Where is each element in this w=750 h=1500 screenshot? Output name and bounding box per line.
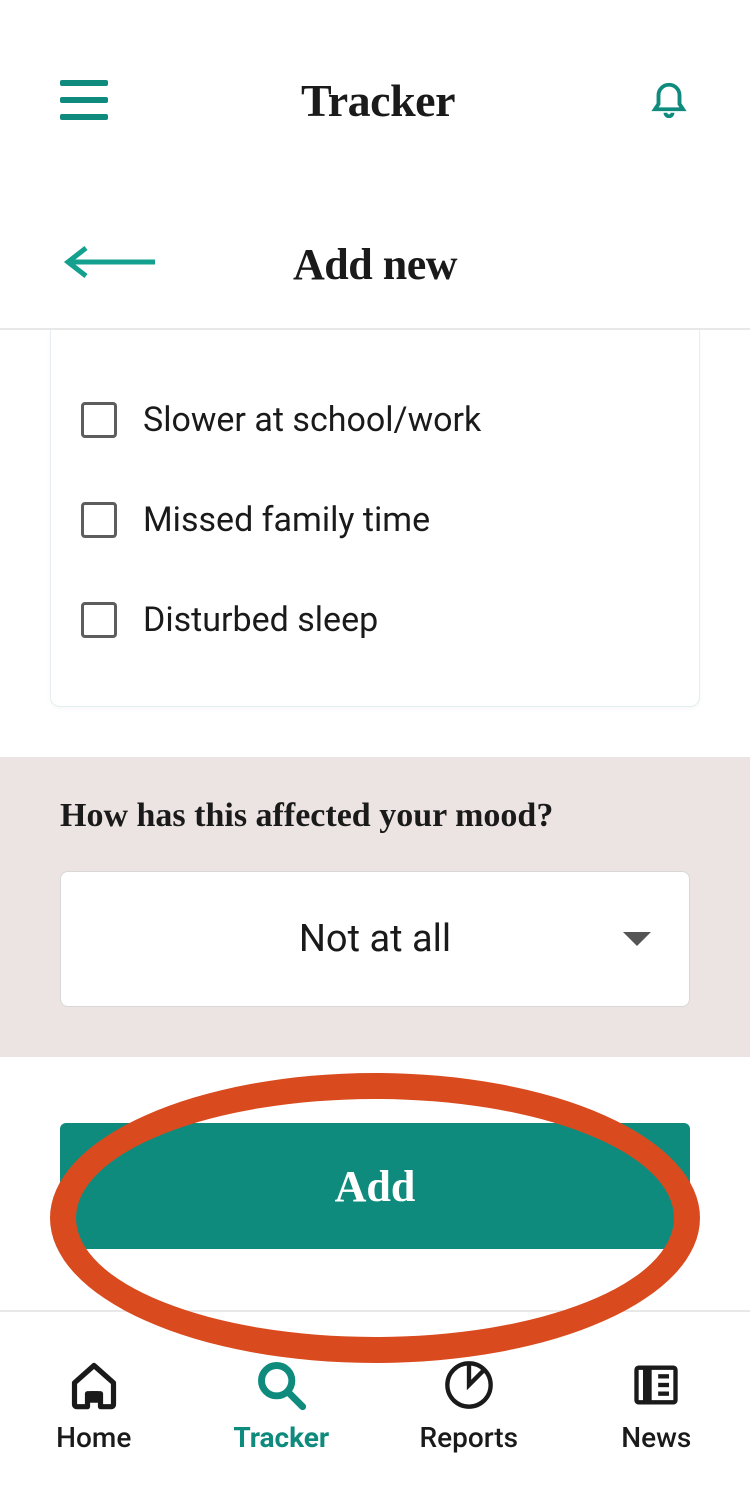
bottom-nav: Home Tracker Reports (0, 1310, 750, 1500)
checkbox-slower-school-work[interactable] (81, 402, 117, 438)
menu-button[interactable] (60, 80, 108, 120)
menu-icon-bar (60, 80, 108, 86)
app-header: Tracker (0, 0, 750, 200)
checkbox-row: Disturbed sleep (81, 570, 669, 670)
newspaper-icon (630, 1359, 682, 1411)
notifications-button[interactable] (648, 76, 690, 124)
mood-section: How has this affected your mood? Not at … (0, 757, 750, 1057)
mood-select[interactable]: Not at all (60, 871, 690, 1007)
sub-header: Add new (0, 200, 750, 330)
chevron-down-icon (623, 932, 651, 946)
menu-icon-bar (60, 114, 108, 120)
checkbox-row: Missed family time (81, 470, 669, 570)
add-button[interactable]: Add (60, 1123, 690, 1249)
checkbox-label: Missed family time (143, 500, 430, 540)
checkbox-disturbed-sleep[interactable] (81, 602, 117, 638)
checkbox-label: Disturbed sleep (143, 600, 378, 640)
pie-chart-icon (443, 1359, 495, 1411)
nav-label: Tracker (233, 1421, 329, 1454)
nav-label: Reports (419, 1421, 518, 1454)
bell-icon (648, 76, 690, 118)
nav-reports[interactable]: Reports (375, 1312, 563, 1500)
checkbox-label: Slower at school/work (143, 400, 481, 440)
mood-question-label: How has this affected your mood? (60, 797, 690, 835)
back-button[interactable] (60, 244, 160, 284)
checkbox-missed-family-time[interactable] (81, 502, 117, 538)
checkbox-row: Slower at school/work (81, 370, 669, 470)
search-icon (255, 1359, 307, 1411)
mood-select-value: Not at all (299, 917, 451, 961)
nav-home[interactable]: Home (0, 1312, 188, 1500)
nav-label: Home (56, 1421, 131, 1454)
nav-label: News (621, 1421, 691, 1454)
arrow-left-icon (60, 244, 160, 280)
page-title: Tracker (301, 74, 455, 127)
nav-news[interactable]: News (563, 1312, 750, 1500)
nav-tracker[interactable]: Tracker (188, 1312, 376, 1500)
menu-icon-bar (60, 97, 108, 103)
home-icon (68, 1359, 120, 1411)
impact-checkbox-card: Slower at school/work Missed family time… (50, 330, 700, 707)
